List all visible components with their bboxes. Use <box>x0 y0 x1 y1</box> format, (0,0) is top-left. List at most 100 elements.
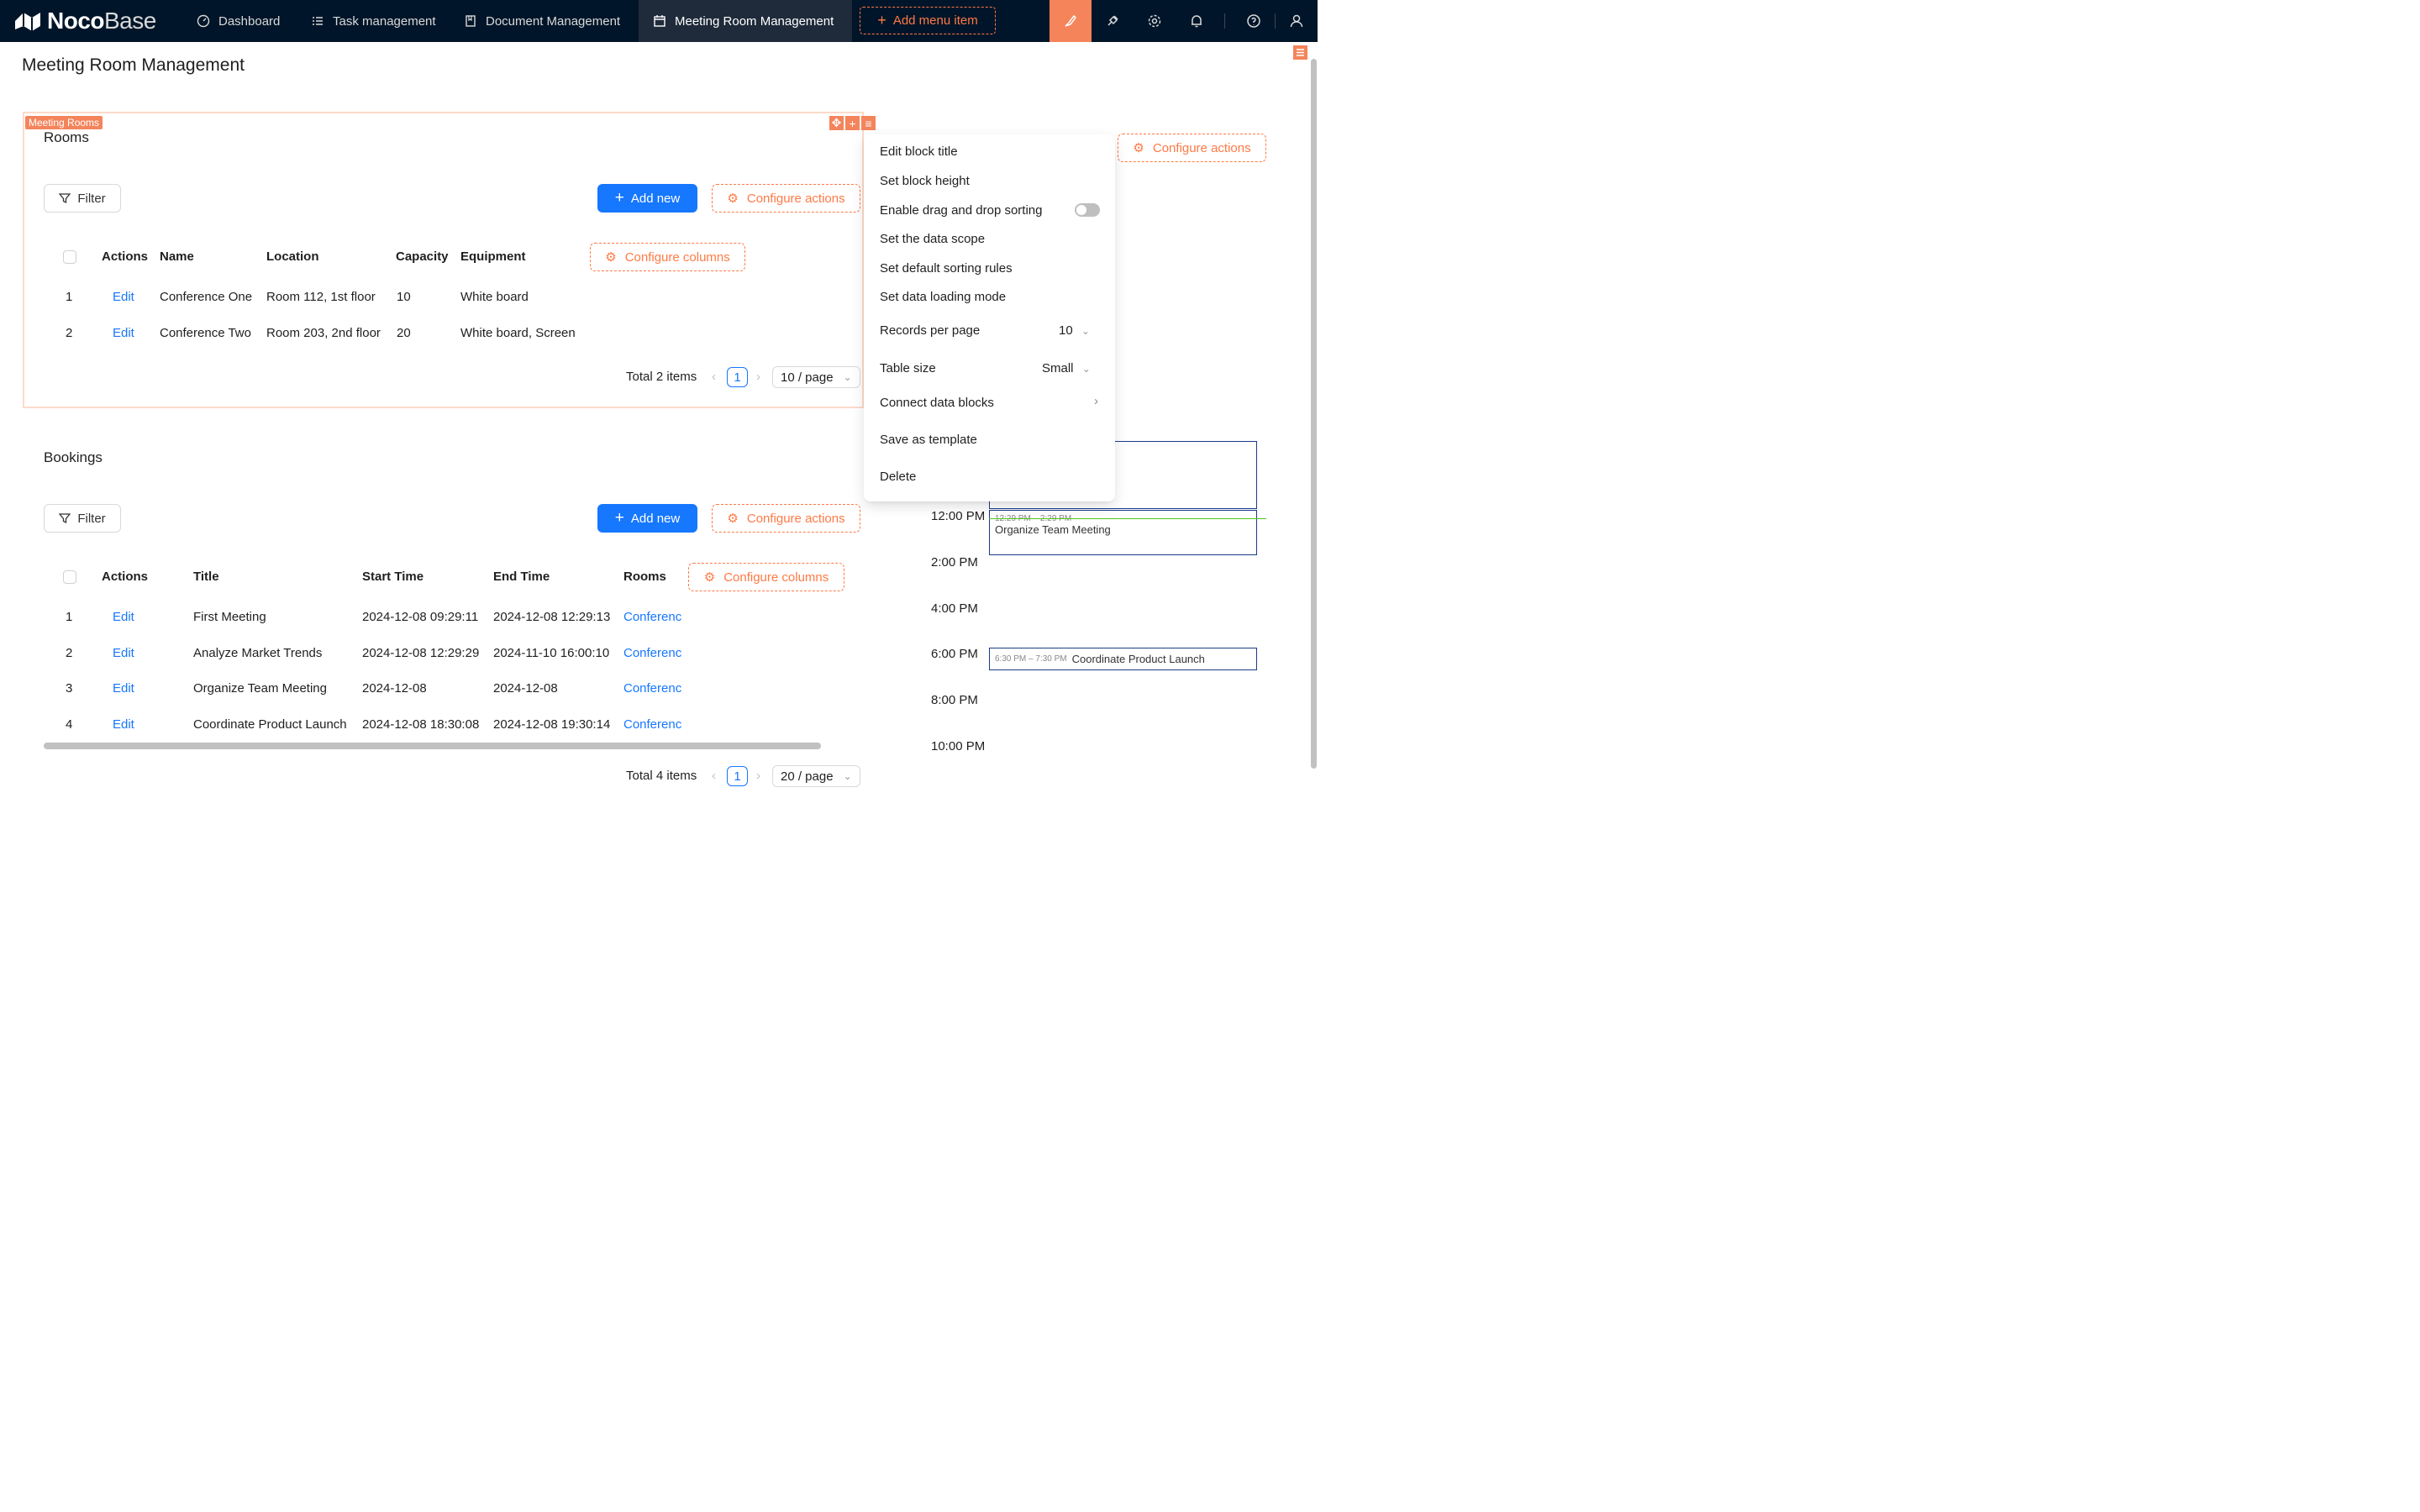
bookings-add-new-button[interactable]: + Add new <box>597 504 697 533</box>
user-menu-button[interactable] <box>1276 0 1318 42</box>
app-logo[interactable]: Noco Base <box>13 7 156 35</box>
logo-text-bold: Noco <box>47 8 105 34</box>
design-mode-button[interactable] <box>1050 0 1092 42</box>
rooms-block-title: Rooms <box>44 129 89 145</box>
column-header-name[interactable]: Name <box>160 249 194 264</box>
menu-item-records-per-page[interactable]: Records per page <box>880 323 980 338</box>
next-page-icon[interactable]: › <box>756 769 760 783</box>
menu-item-set-data-scope[interactable]: Set the data scope <box>880 232 985 246</box>
nav-item-meeting-room-management[interactable]: Meeting Room Management <box>639 0 852 42</box>
book-icon <box>466 15 476 27</box>
menu-item-set-default-sorting[interactable]: Set default sorting rules <box>880 261 1013 276</box>
nav-item-label: Dashboard <box>218 13 281 29</box>
configure-actions-label: Configure actions <box>1152 140 1251 155</box>
bookings-configure-columns-button[interactable]: ⚙ Configure columns <box>688 563 844 591</box>
block-settings-icon[interactable]: ≡ <box>861 116 876 130</box>
calendar-configure-actions-button[interactable]: ⚙ Configure actions <box>1118 134 1266 162</box>
top-navigation-bar: Noco Base Dashboard Task management Docum… <box>0 0 1318 42</box>
page-size-select[interactable]: 20 / page ⌄ <box>772 765 860 787</box>
booking-room-link[interactable]: Conferenc <box>623 646 681 660</box>
row-index: 2 <box>66 326 73 340</box>
calendar-time-label: 2:00 PM <box>931 555 978 570</box>
edit-link[interactable]: Edit <box>113 681 134 696</box>
booking-room-link[interactable]: Conferenc <box>623 610 681 624</box>
room-name: Conference Two <box>160 326 251 340</box>
select-all-checkbox[interactable] <box>63 570 76 584</box>
page-settings-button[interactable] <box>1293 45 1307 60</box>
menu-icon <box>1297 49 1304 56</box>
nav-item-document-management[interactable]: Document Management <box>455 0 629 42</box>
menu-item-edit-block-title[interactable]: Edit block title <box>880 144 958 159</box>
pagination-total: Total 2 items <box>626 370 697 384</box>
help-icon <box>1247 14 1260 28</box>
menu-item-table-size[interactable]: Table size <box>880 361 936 375</box>
next-page-icon[interactable]: › <box>756 370 760 384</box>
booking-end-time: 2024-11-10 16:00:10 <box>493 646 610 660</box>
column-header-title[interactable]: Title <box>193 570 219 584</box>
page-number-button[interactable]: 1 <box>727 367 748 387</box>
filter-label: Filter <box>77 191 106 206</box>
edit-link[interactable]: Edit <box>113 326 134 340</box>
booking-title: Coordinate Product Launch <box>193 717 347 732</box>
add-menu-item-button[interactable]: + Add menu item <box>860 7 996 34</box>
calendar-time-label: 4:00 PM <box>931 601 978 616</box>
notifications-button[interactable] <box>1176 0 1218 42</box>
column-header-location[interactable]: Location <box>266 249 319 264</box>
settings-button[interactable] <box>1134 0 1176 42</box>
toolbar-divider <box>1224 13 1225 29</box>
bookings-configure-actions-button[interactable]: ⚙ Configure actions <box>712 504 860 533</box>
drag-handle-icon[interactable]: ✥ <box>829 116 844 130</box>
records-per-page-select[interactable]: 10 ⌄ <box>1059 323 1090 338</box>
help-button[interactable] <box>1233 0 1275 42</box>
calendar-time-label: 8:00 PM <box>931 693 978 707</box>
menu-item-set-block-height[interactable]: Set block height <box>880 174 970 188</box>
event-time: 6:30 PM – 7:30 PM <box>995 654 1067 664</box>
nav-item-label: Document Management <box>486 13 621 29</box>
prev-page-icon[interactable]: ‹ <box>712 769 716 783</box>
booking-room-link[interactable]: Conferenc <box>623 717 681 732</box>
column-header-rooms[interactable]: Rooms <box>623 570 666 584</box>
calendar-event[interactable]: 12:29 PM – 2:29 PM Organize Team Meeting <box>989 510 1257 555</box>
edit-link[interactable]: Edit <box>113 646 134 660</box>
column-header-end-time[interactable]: End Time <box>493 570 550 584</box>
menu-item-enable-drag-sorting[interactable]: Enable drag and drop sorting <box>880 203 1042 218</box>
rooms-configure-actions-button[interactable]: ⚙ Configure actions <box>712 184 860 213</box>
gear-icon: ⚙ <box>703 570 716 585</box>
page-number-button[interactable]: 1 <box>727 766 748 786</box>
block-settings-menu: Edit block title Set block height Enable… <box>864 134 1115 501</box>
rooms-filter-button[interactable]: Filter <box>44 184 121 213</box>
page-vertical-scrollbar[interactable] <box>1311 59 1317 769</box>
filter-label: Filter <box>77 511 106 526</box>
nav-item-dashboard[interactable]: Dashboard <box>188 0 288 42</box>
column-header-equipment[interactable]: Equipment <box>460 249 526 264</box>
rooms-configure-columns-button[interactable]: ⚙ Configure columns <box>590 243 745 271</box>
plugin-button[interactable] <box>1092 0 1134 42</box>
table-size-select[interactable]: Small ⌄ <box>1042 361 1091 375</box>
rooms-add-new-button[interactable]: + Add new <box>597 184 697 213</box>
chevron-down-icon: ⌄ <box>1081 363 1091 375</box>
menu-item-save-as-template[interactable]: Save as template <box>880 433 977 447</box>
edit-link[interactable]: Edit <box>113 717 134 732</box>
table-horizontal-scrollbar[interactable] <box>44 743 821 749</box>
page-size-select[interactable]: 10 / page ⌄ <box>772 366 860 388</box>
menu-item-connect-data-blocks[interactable]: Connect data blocks <box>880 396 994 410</box>
booking-room-link[interactable]: Conferenc <box>623 681 681 696</box>
edit-link[interactable]: Edit <box>113 290 134 304</box>
column-header-capacity[interactable]: Capacity <box>396 249 449 264</box>
column-header-start-time[interactable]: Start Time <box>362 570 424 584</box>
select-all-checkbox[interactable] <box>63 250 76 264</box>
column-header-actions: Actions <box>102 249 149 264</box>
menu-item-delete[interactable]: Delete <box>880 470 916 484</box>
booking-title: First Meeting <box>193 610 266 624</box>
nav-item-task-management[interactable]: Task management <box>302 0 445 42</box>
edit-link[interactable]: Edit <box>113 610 134 624</box>
prev-page-icon[interactable]: ‹ <box>712 370 716 384</box>
bookings-filter-button[interactable]: Filter <box>44 504 121 533</box>
calendar-event[interactable]: 6:30 PM – 7:30 PM Coordinate Product Lau… <box>989 648 1257 670</box>
add-block-icon[interactable]: + <box>845 116 860 130</box>
menu-item-set-data-loading-mode[interactable]: Set data loading mode <box>880 290 1006 304</box>
room-capacity: 20 <box>397 326 411 340</box>
room-equipment: White board, Screen <box>460 326 576 340</box>
drag-sort-toggle[interactable] <box>1075 203 1100 217</box>
filter-icon <box>59 193 71 204</box>
